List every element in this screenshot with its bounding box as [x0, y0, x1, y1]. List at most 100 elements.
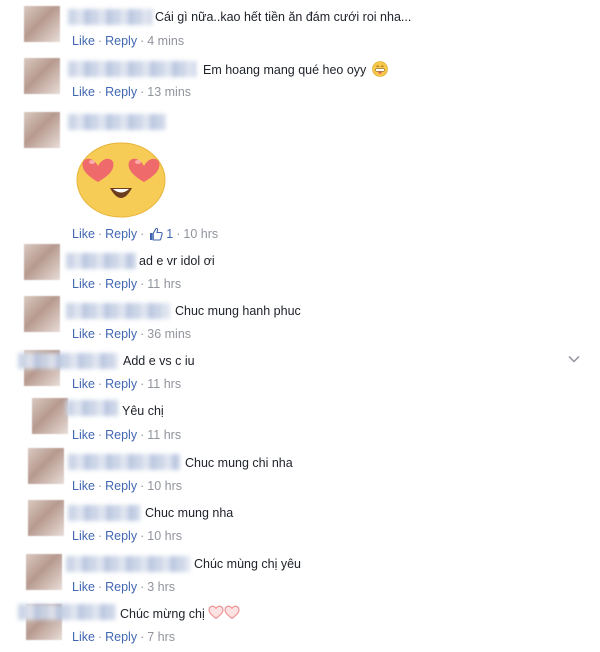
grinning-tongue-emoji [371, 61, 388, 77]
timestamp[interactable]: 36 mins [147, 326, 191, 342]
separator: · [140, 479, 145, 493]
like-button[interactable]: Like [72, 376, 95, 392]
chevron-down-icon[interactable] [567, 352, 581, 366]
separator: · [140, 529, 145, 543]
comment-thread: Cái gì nữa..kao hết tiền ăn đám cưới roi… [0, 0, 600, 652]
separator: · [140, 227, 145, 241]
timestamp[interactable]: 10 hrs [147, 528, 182, 544]
separator: · [176, 227, 181, 241]
reply-button[interactable]: Reply [105, 528, 137, 544]
separator: · [97, 377, 103, 391]
timestamp[interactable]: 10 hrs [147, 478, 182, 494]
separator: · [140, 34, 145, 48]
reply-button[interactable]: Reply [105, 33, 137, 49]
reply-button[interactable]: Reply [105, 326, 137, 342]
comment-meta: Like · Reply · 3 hrs [72, 579, 175, 595]
comment-text: Add e vs c iu [123, 354, 195, 368]
reply-button[interactable]: Reply [105, 629, 137, 645]
separator: · [140, 580, 145, 594]
commenter-name[interactable] [66, 400, 118, 416]
commenter-name[interactable] [66, 556, 190, 572]
comment-text: Cái gì nữa..kao hết tiền ăn đám cưới roi… [155, 10, 412, 24]
commenter-name[interactable] [18, 604, 116, 620]
comment-item: Chuc mung chi nha Like · Reply · 10 hrs [0, 444, 600, 494]
like-button[interactable]: Like [72, 33, 95, 49]
timestamp[interactable]: 7 hrs [147, 629, 175, 645]
comment-text: Chuc mung chi nha [185, 456, 293, 470]
comment-meta: Like · Reply · 10 hrs [72, 478, 182, 494]
avatar[interactable] [28, 500, 64, 536]
reply-button[interactable]: Reply [105, 276, 137, 292]
timestamp[interactable]: 11 hrs [147, 427, 181, 443]
commenter-name[interactable] [68, 61, 196, 77]
like-count[interactable]: 1 [149, 226, 173, 242]
comment-item: ad e vr idol ơi Like · Reply · 11 hrs [0, 244, 600, 294]
like-button[interactable]: Like [72, 226, 95, 242]
reply-button[interactable]: Reply [105, 84, 137, 100]
like-button[interactable]: Like [72, 276, 95, 292]
like-button[interactable]: Like [72, 84, 95, 100]
comment-item: Yêu chị Like · Reply · 11 hrs [0, 394, 600, 444]
separator: · [97, 428, 103, 442]
commenter-name[interactable] [66, 303, 170, 319]
avatar[interactable] [24, 6, 60, 42]
comment-meta: Like · Reply · 1 · 10 hrs [72, 226, 218, 242]
avatar[interactable] [24, 58, 60, 94]
comment-item: Chúc mùng chị yêu Like · Reply · 3 hrs [0, 544, 600, 596]
comment-item: Em hoang mang qué heo oyy Like · Reply ·… [0, 52, 600, 104]
comment-meta: Like · Reply · 11 hrs [72, 427, 181, 443]
comment-text: Chuc mung nha [145, 506, 234, 520]
avatar[interactable] [24, 244, 60, 280]
thumbs-up-icon [150, 227, 163, 241]
comment-item: Chuc mung nha Like · Reply · 10 hrs [0, 494, 600, 544]
comment-text: Chúc mừng chị [120, 605, 240, 622]
avatar[interactable] [24, 112, 60, 148]
separator: · [140, 277, 145, 291]
comment-text: Em hoang mang qué heo oyy [203, 61, 388, 78]
separator: · [97, 85, 103, 99]
separator: · [97, 227, 103, 241]
commenter-name[interactable] [18, 353, 118, 369]
timestamp[interactable]: 13 mins [147, 84, 191, 100]
like-button[interactable]: Like [72, 326, 95, 342]
commenter-name[interactable] [68, 505, 140, 521]
comment-meta: Like · Reply · 11 hrs [72, 376, 181, 392]
commenter-name[interactable] [68, 114, 166, 130]
reply-button[interactable]: Reply [105, 226, 137, 242]
comment-text: ad e vr idol ơi [139, 254, 215, 268]
commenter-name[interactable] [68, 9, 152, 25]
separator: · [97, 327, 103, 341]
comment-meta: Like · Reply · 7 hrs [72, 629, 175, 645]
reply-button[interactable]: Reply [105, 376, 137, 392]
avatar[interactable] [28, 448, 64, 484]
comment-item: Cái gì nữa..kao hết tiền ăn đám cưới roi… [0, 0, 600, 52]
reply-button[interactable]: Reply [105, 427, 137, 443]
separator: · [140, 630, 145, 644]
comment-text-body: Chúc mừng chị [120, 607, 205, 621]
comment-text: Chuc mung hanh phuc [175, 304, 301, 318]
timestamp[interactable]: 4 mins [147, 33, 184, 49]
separator: · [140, 85, 145, 99]
like-button[interactable]: Like [72, 478, 95, 494]
separator: · [97, 479, 103, 493]
like-button[interactable]: Like [72, 579, 95, 595]
timestamp[interactable]: 3 hrs [147, 579, 175, 595]
like-button[interactable]: Like [72, 629, 95, 645]
commenter-name[interactable] [66, 253, 136, 269]
avatar[interactable] [32, 398, 68, 434]
comment-meta: Like · Reply · 36 mins [72, 326, 191, 342]
comment-meta: Like · Reply · 13 mins [72, 84, 191, 100]
avatar[interactable] [26, 554, 62, 590]
avatar[interactable] [24, 296, 60, 332]
like-button[interactable]: Like [72, 528, 95, 544]
comment-meta: Like · Reply · 10 hrs [72, 528, 182, 544]
separator: · [97, 529, 103, 543]
timestamp[interactable]: 11 hrs [147, 376, 181, 392]
timestamp[interactable]: 10 hrs [183, 226, 218, 242]
like-button[interactable]: Like [72, 427, 95, 443]
timestamp[interactable]: 11 hrs [147, 276, 181, 292]
separator: · [97, 630, 103, 644]
reply-button[interactable]: Reply [105, 579, 137, 595]
reply-button[interactable]: Reply [105, 478, 137, 494]
commenter-name[interactable] [68, 454, 180, 470]
